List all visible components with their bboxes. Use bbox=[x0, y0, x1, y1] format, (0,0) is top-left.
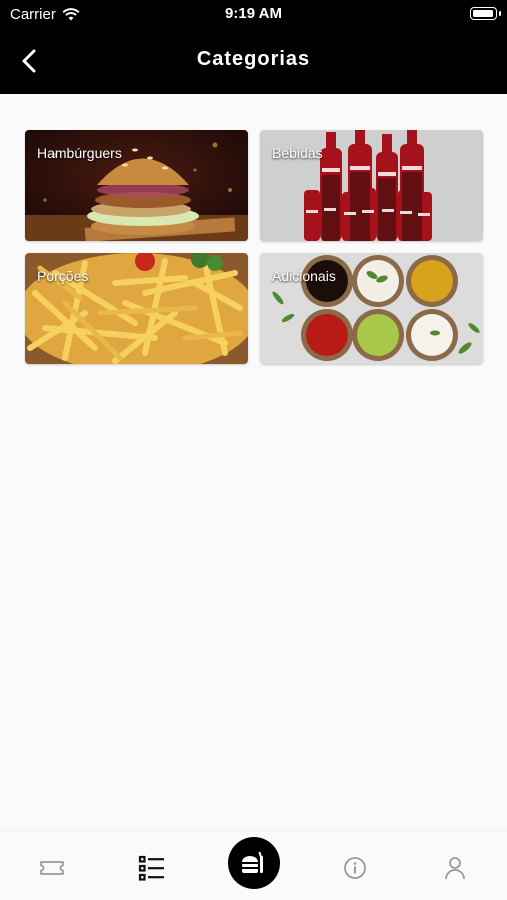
page-title: Categorias bbox=[196, 48, 311, 70]
category-card-hamburguers[interactable]: Hambúrguers bbox=[25, 130, 248, 241]
tab-categories[interactable] bbox=[135, 851, 169, 885]
category-card-adicionais[interactable]: Adicionais bbox=[260, 253, 483, 364]
category-card-porcoes[interactable]: Porções bbox=[25, 253, 248, 364]
tab-tickets[interactable] bbox=[35, 851, 69, 885]
category-label: Bebidas bbox=[272, 145, 323, 161]
category-card-bebidas[interactable]: Bebidas bbox=[260, 130, 483, 241]
battery-icon bbox=[470, 7, 501, 20]
food-menu-icon bbox=[242, 851, 263, 873]
tab-profile[interactable] bbox=[438, 851, 472, 885]
ticket-icon bbox=[40, 861, 64, 875]
navigation-header: Categorias bbox=[0, 28, 507, 94]
bottom-tab-bar bbox=[0, 830, 507, 900]
category-label: Hambúrguers bbox=[37, 145, 122, 161]
status-bar: Carrier 9:19 AM bbox=[0, 0, 507, 28]
list-icon bbox=[138, 855, 164, 881]
tab-info[interactable] bbox=[338, 851, 372, 885]
menu-fab-button[interactable] bbox=[228, 837, 280, 889]
clock: 9:19 AM bbox=[225, 5, 282, 22]
category-grid: Hambúrguers Bebidas Porções Adicionais bbox=[25, 130, 483, 364]
category-label: Adicionais bbox=[272, 268, 336, 284]
user-icon bbox=[445, 857, 465, 880]
category-label: Porções bbox=[37, 268, 89, 284]
info-icon bbox=[344, 857, 366, 879]
